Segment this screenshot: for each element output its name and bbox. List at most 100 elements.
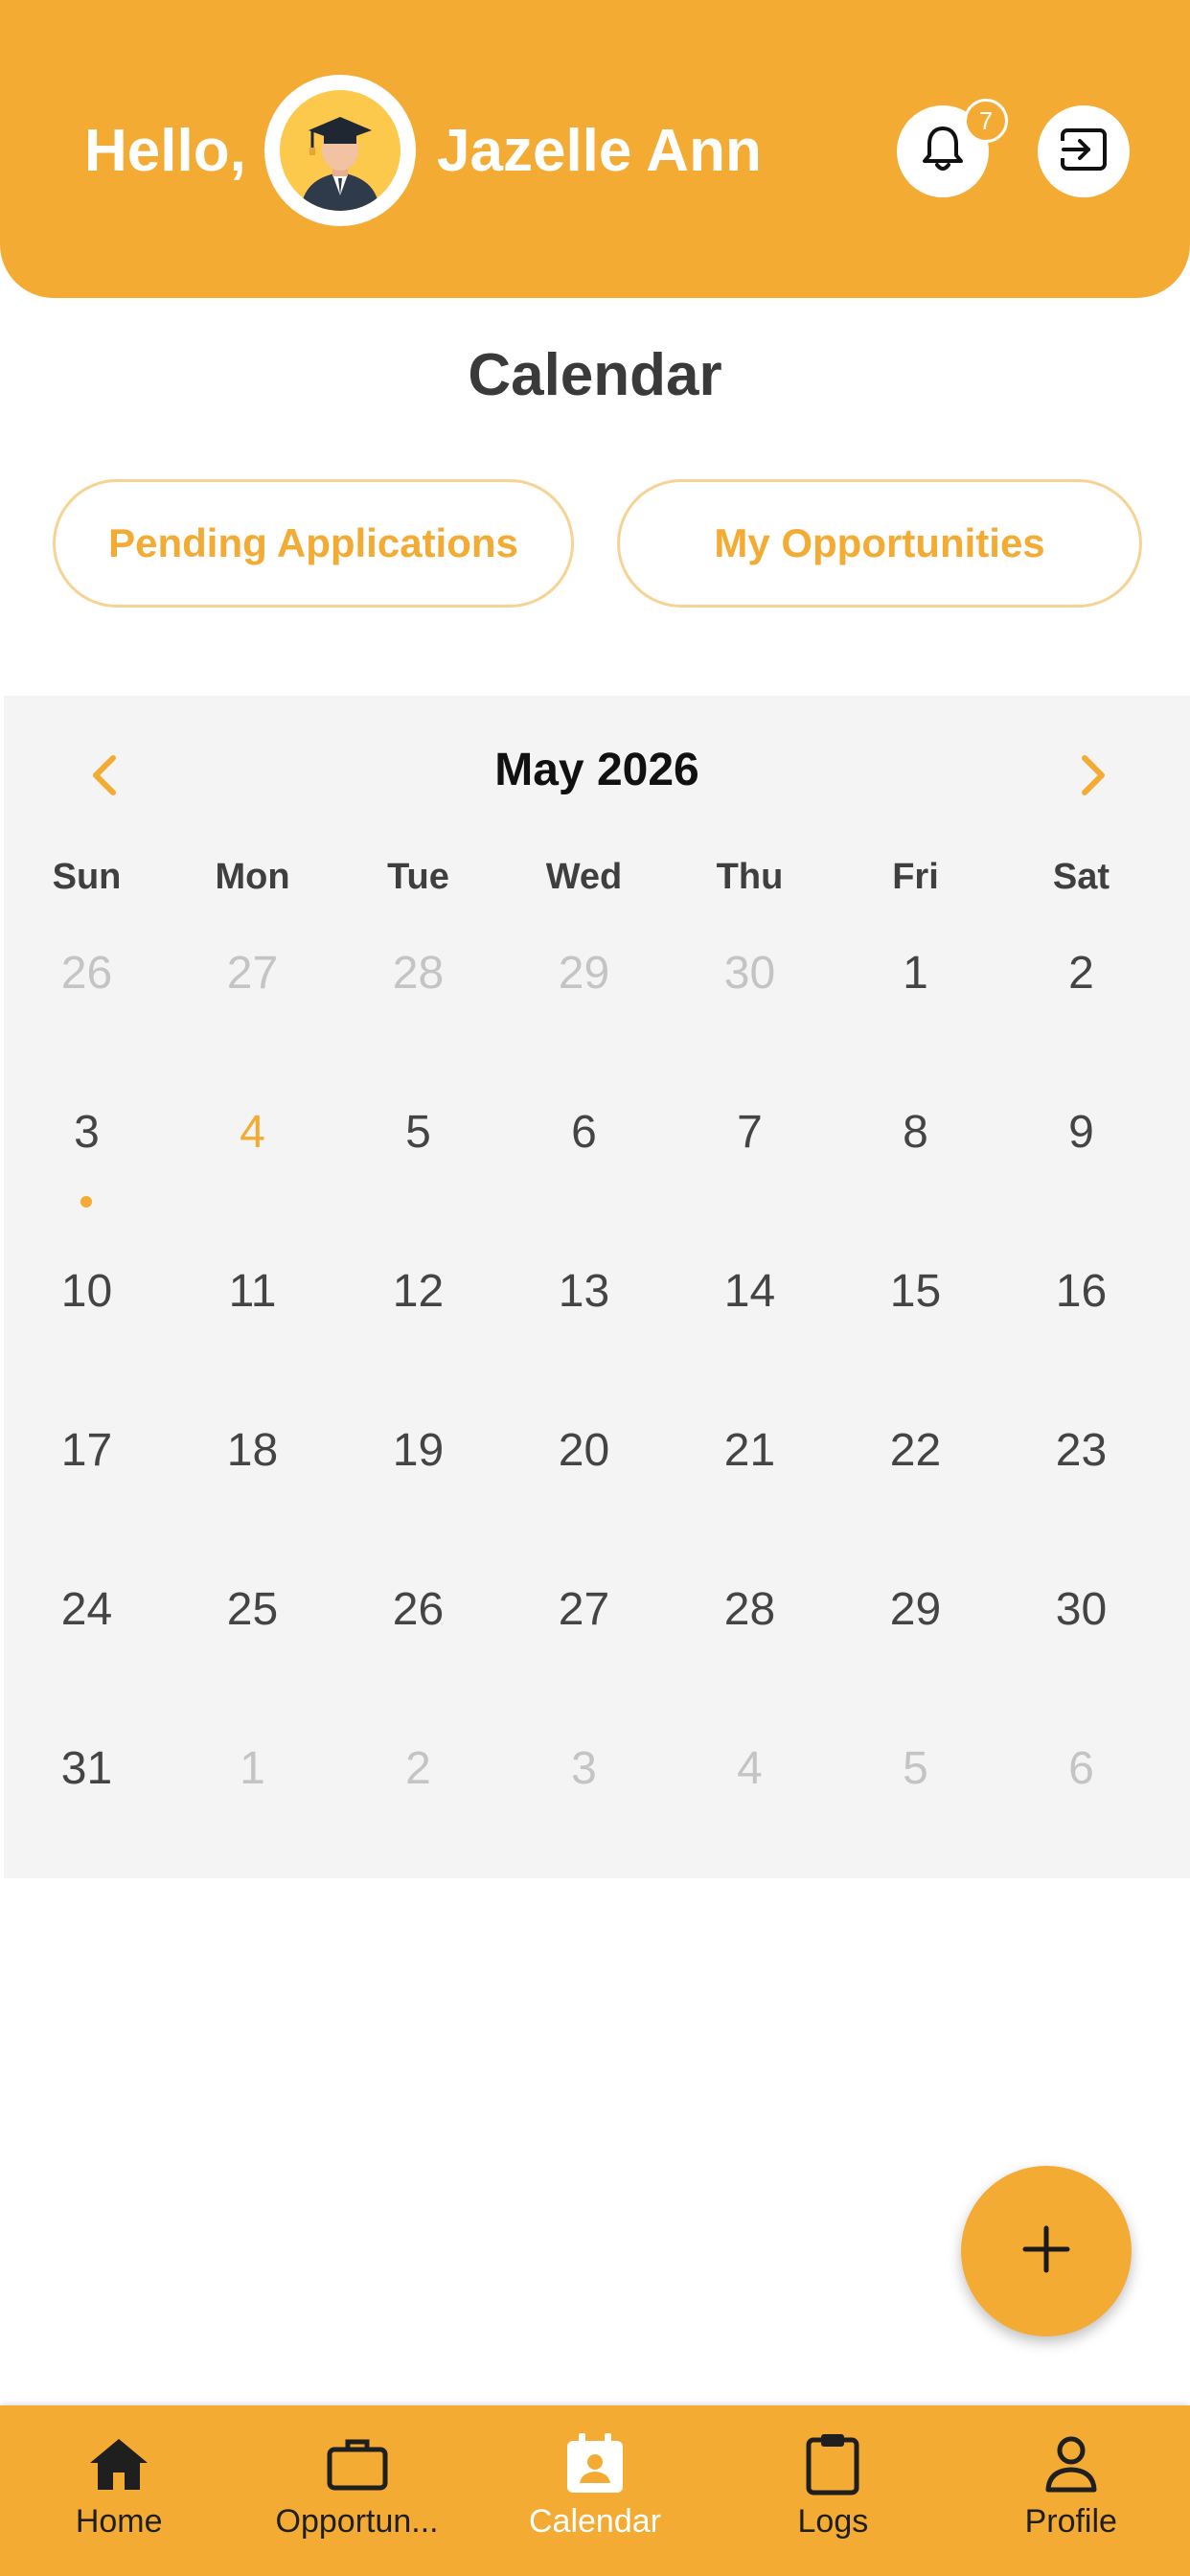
calendar-day[interactable]: 28 (667, 1562, 833, 1721)
day-number: 20 (558, 1425, 610, 1476)
day-number: 29 (889, 1584, 942, 1635)
add-button[interactable] (961, 2166, 1132, 2336)
day-number: 13 (558, 1266, 610, 1317)
clipboard-icon (805, 2430, 860, 2497)
calendar-week-row: 17 18 19 20 21 22 23 (4, 1403, 1190, 1562)
day-number: 2 (1068, 948, 1094, 999)
nav-item-opportunities[interactable]: Opportun... (238, 2405, 475, 2576)
bell-icon (920, 125, 966, 179)
weekday-header-row: Sun Mon Tue Wed Thu Fri Sat (4, 857, 1190, 914)
day-number: 15 (889, 1266, 942, 1317)
nav-item-logs[interactable]: Logs (714, 2405, 951, 2576)
day-number: 31 (60, 1743, 113, 1794)
page-title: Calendar (468, 342, 722, 408)
calendar-day[interactable]: 21 (667, 1403, 833, 1562)
calendar-day[interactable]: 13 (501, 1244, 667, 1403)
calendar-day[interactable]: 4 (667, 1721, 833, 1880)
calendar-day[interactable]: 6 (998, 1721, 1164, 1880)
day-number: 4 (240, 1107, 265, 1158)
day-number: 5 (903, 1743, 928, 1794)
calendar-day[interactable]: 3 (501, 1721, 667, 1880)
calendar-day[interactable]: 22 (833, 1403, 998, 1562)
calendar-day[interactable]: 3 (4, 1085, 170, 1244)
calendar-day[interactable]: 2 (335, 1721, 501, 1880)
day-number: 10 (60, 1266, 113, 1317)
next-month-button[interactable] (1060, 744, 1127, 811)
calendar-day[interactable]: 1 (170, 1721, 335, 1880)
nav-item-home[interactable]: Home (0, 2405, 238, 2576)
calendar-day[interactable]: 15 (833, 1244, 998, 1403)
day-number: 22 (889, 1425, 942, 1476)
calendar-day[interactable]: 5 (335, 1085, 501, 1244)
day-number: 1 (903, 948, 928, 999)
day-number: 27 (558, 1584, 610, 1635)
calendar-day[interactable]: 2 (998, 926, 1164, 1085)
calendar-day[interactable]: 5 (833, 1721, 998, 1880)
calendar-day[interactable]: 17 (4, 1403, 170, 1562)
calendar-screen: Hello, Jazelle Ann 7 Calendar Pending Ap… (0, 0, 1190, 2576)
calendar-day[interactable]: 7 (667, 1085, 833, 1244)
nav-label: Profile (1024, 2503, 1117, 2540)
day-number: 4 (737, 1743, 763, 1794)
calendar-day-today[interactable]: 4 (170, 1085, 335, 1244)
calendar-week-row: 24 25 26 27 28 29 30 (4, 1562, 1190, 1721)
day-number: 3 (74, 1107, 100, 1158)
day-number: 28 (392, 948, 445, 999)
nav-item-calendar[interactable]: Calendar (476, 2405, 714, 2576)
weekday-label: Fri (892, 857, 939, 897)
pending-applications-button[interactable]: Pending Applications (53, 479, 574, 608)
calendar-day[interactable]: 9 (998, 1085, 1164, 1244)
my-opportunities-button[interactable]: My Opportunities (617, 479, 1142, 608)
day-number: 30 (1055, 1584, 1108, 1635)
calendar-day[interactable]: 8 (833, 1085, 998, 1244)
calendar-day[interactable]: 14 (667, 1244, 833, 1403)
calendar-day[interactable]: 1 (833, 926, 998, 1085)
calendar-day[interactable]: 24 (4, 1562, 170, 1721)
day-number: 7 (737, 1107, 763, 1158)
day-number: 2 (405, 1743, 431, 1794)
calendar-day[interactable]: 6 (501, 1085, 667, 1244)
weekday-label: Mon (215, 857, 290, 897)
calendar-day[interactable]: 28 (335, 926, 501, 1085)
plus-icon (1021, 2224, 1071, 2279)
calendar-day[interactable]: 16 (998, 1244, 1164, 1403)
nav-label: Calendar (528, 2503, 661, 2540)
home-icon (87, 2430, 150, 2497)
calendar-day[interactable]: 27 (501, 1562, 667, 1721)
calendar-icon (565, 2430, 625, 2497)
nav-item-profile[interactable]: Profile (952, 2405, 1190, 2576)
calendar-day[interactable]: 31 (4, 1721, 170, 1880)
calendar-day[interactable]: 18 (170, 1403, 335, 1562)
day-number: 28 (723, 1584, 776, 1635)
calendar-widget: May 2026 Sun Mon Tue Wed Thu Fri Sat 26 2… (4, 696, 1190, 1878)
calendar-day[interactable]: 27 (170, 926, 335, 1085)
day-number: 5 (405, 1107, 431, 1158)
nav-label: Logs (797, 2503, 869, 2540)
day-number: 18 (226, 1425, 279, 1476)
calendar-day[interactable]: 20 (501, 1403, 667, 1562)
month-label: May 2026 (494, 745, 699, 795)
calendar-day[interactable]: 19 (335, 1403, 501, 1562)
calendar-day[interactable]: 26 (335, 1562, 501, 1721)
calendar-day[interactable]: 29 (833, 1562, 998, 1721)
day-number: 24 (60, 1584, 113, 1635)
header-bar: Hello, Jazelle Ann 7 (0, 0, 1190, 298)
briefcase-icon (326, 2430, 389, 2497)
calendar-day[interactable]: 10 (4, 1244, 170, 1403)
calendar-day[interactable]: 23 (998, 1403, 1164, 1562)
calendar-day[interactable]: 29 (501, 926, 667, 1085)
day-number: 27 (226, 948, 279, 999)
calendar-day[interactable]: 30 (667, 926, 833, 1085)
calendar-day[interactable]: 25 (170, 1562, 335, 1721)
calendar-day[interactable]: 12 (335, 1244, 501, 1403)
calendar-day[interactable]: 30 (998, 1562, 1164, 1721)
logout-button[interactable] (1038, 105, 1130, 197)
day-number: 29 (558, 948, 610, 999)
notification-count-badge: 7 (964, 99, 1008, 143)
calendar-week-row: 26 27 28 29 30 1 2 (4, 926, 1190, 1085)
weekday-label: Tue (387, 857, 449, 897)
calendar-day[interactable]: 26 (4, 926, 170, 1085)
calendar-day[interactable]: 11 (170, 1244, 335, 1403)
avatar[interactable] (264, 75, 416, 226)
day-number: 21 (723, 1425, 776, 1476)
